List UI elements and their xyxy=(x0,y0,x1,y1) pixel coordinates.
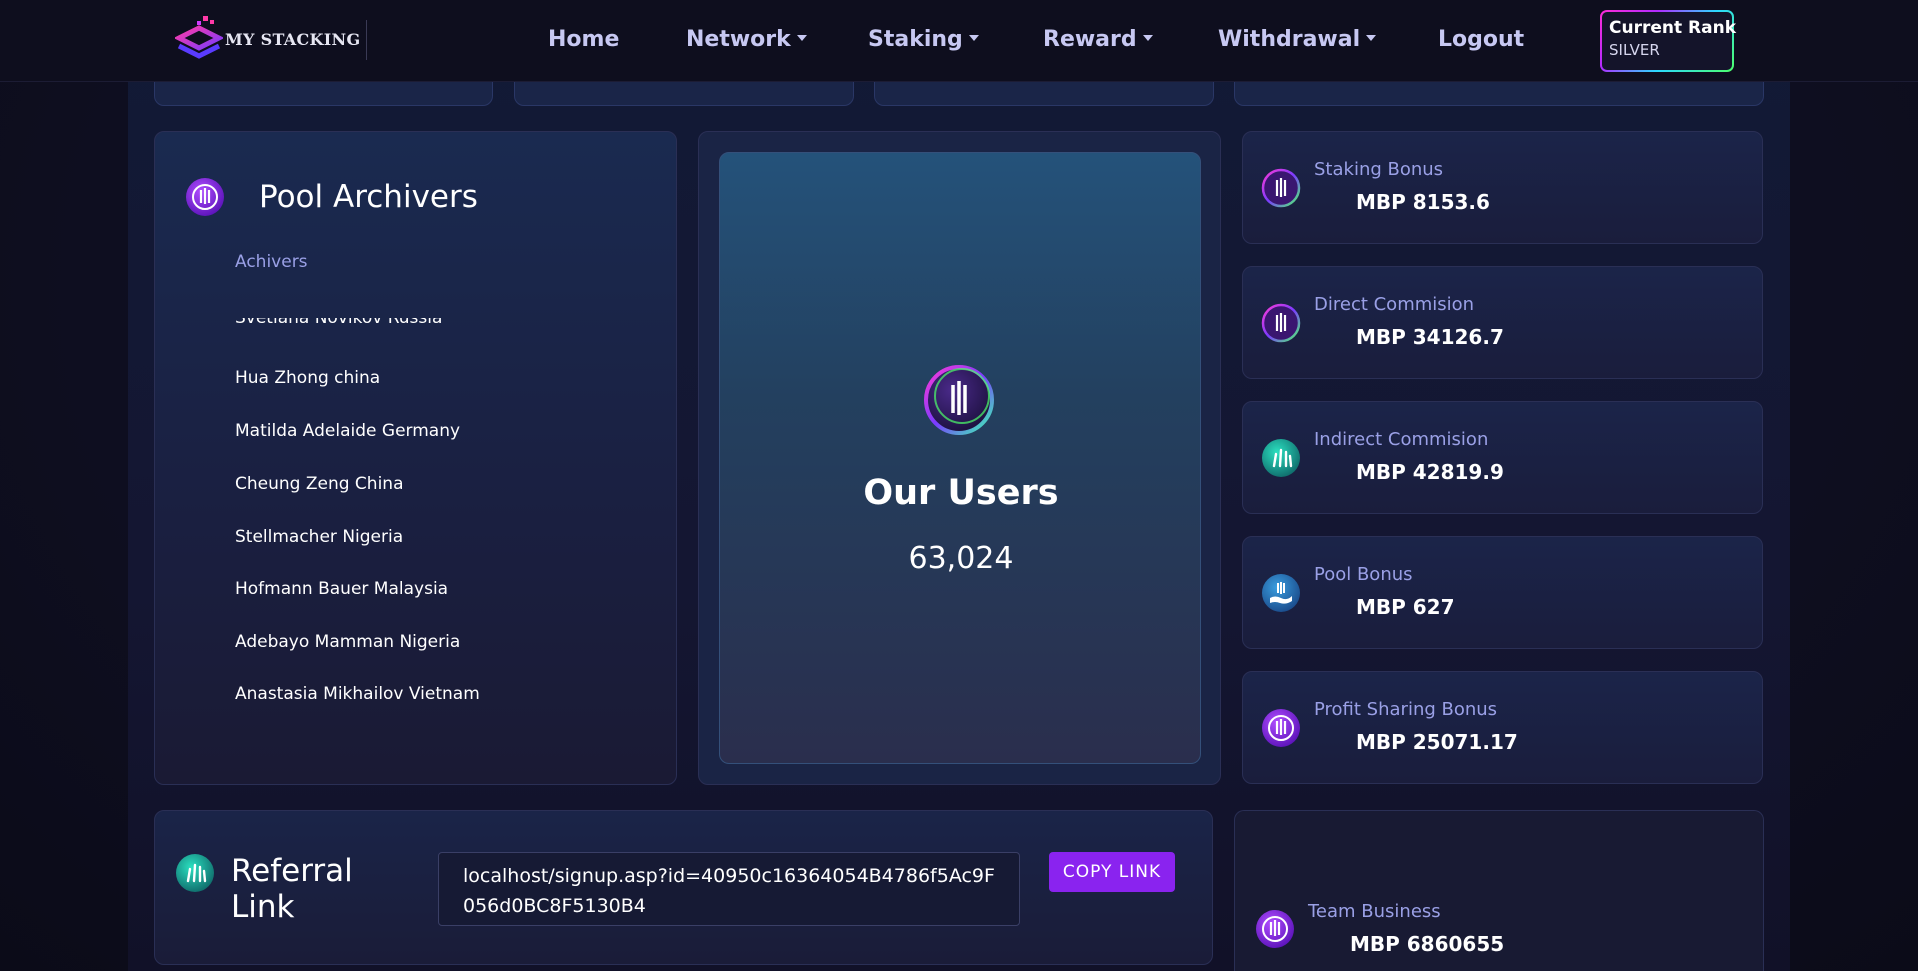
stack-logo-icon xyxy=(175,16,223,59)
top-navbar: MY STACKING Home Network Staking Reward … xyxy=(0,0,1918,82)
our-users-count: 63,024 xyxy=(908,541,1014,576)
stat-label: Staking Bonus xyxy=(1314,159,1444,180)
nav-withdrawal-label: Withdrawal xyxy=(1218,27,1361,52)
list-item: Anastasia Mikhailov Vietnam xyxy=(235,684,480,704)
direct-commision-card: Direct Commision MBP 34126.7 xyxy=(1242,266,1763,379)
nav-network-label: Network xyxy=(686,27,791,52)
nav-reward-label: Reward xyxy=(1043,27,1137,52)
nav-staking-label: Staking xyxy=(868,27,963,52)
achievers-subtitle: Achivers xyxy=(235,252,308,272)
nav-withdrawal-dropdown[interactable]: Withdrawal xyxy=(1218,27,1377,52)
stat-label: Profit Sharing Bonus xyxy=(1314,699,1498,720)
stat-value: MBP 42819.9 xyxy=(1356,460,1504,484)
lines-icon xyxy=(1262,439,1300,477)
nav-home[interactable]: Home xyxy=(548,27,619,52)
our-users-panel: Our Users 63,024 xyxy=(698,131,1221,785)
nav-staking-dropdown[interactable]: Staking xyxy=(868,27,979,52)
trident-icon xyxy=(1256,910,1294,948)
nav-logout-label: Logout xyxy=(1438,27,1525,52)
rank-value: SILVER xyxy=(1609,41,1660,59)
hand-coin-icon xyxy=(1262,574,1300,612)
current-rank-badge: Current Rank SILVER xyxy=(1600,10,1736,72)
team-business-label: Team Business xyxy=(1308,901,1441,922)
list-item: Svetlana Novikov Russia xyxy=(235,318,443,328)
stat-value: MBP 34126.7 xyxy=(1356,325,1504,349)
brand-logo[interactable]: MY STACKING xyxy=(175,14,368,66)
staking-bonus-card: Staking Bonus MBP 8153.6 xyxy=(1242,131,1763,244)
trident-icon xyxy=(186,178,224,216)
referral-link-panel: Referral Link localhost/signup.asp?id=40… xyxy=(154,810,1213,965)
list-item: Hua Zhong china xyxy=(235,368,381,388)
referral-link-field[interactable]: localhost/signup.asp?id=40950c16364054B4… xyxy=(438,852,1020,926)
caret-down-icon xyxy=(1142,35,1153,41)
list-item: Cheung Zeng China xyxy=(235,474,404,494)
trident-icon xyxy=(1261,168,1301,208)
indirect-commision-card: Indirect Commision MBP 42819.9 xyxy=(1242,401,1763,514)
profit-sharing-bonus-card: Profit Sharing Bonus MBP 25071.17 xyxy=(1242,671,1763,784)
list-item: Hofmann Bauer Malaysia xyxy=(235,579,449,599)
caret-down-icon xyxy=(1366,35,1377,41)
caret-down-icon xyxy=(796,35,807,41)
stat-value: MBP 627 xyxy=(1356,595,1455,619)
copy-link-button[interactable]: COPY LINK xyxy=(1049,852,1175,892)
list-item: Adebayo Mamman Nigeria xyxy=(235,632,461,652)
pool-archivers-title: Pool Archivers xyxy=(259,179,478,215)
nav-network-dropdown[interactable]: Network xyxy=(686,27,807,52)
achievers-list-clip: Svetlana Novikov Russia xyxy=(155,318,676,338)
page: MY STACKING Home Network Staking Reward … xyxy=(0,0,1918,971)
team-business-card: Team Business MBP 6860655 xyxy=(1234,810,1764,971)
stat-value: MBP 8153.6 xyxy=(1356,190,1490,214)
caret-down-icon xyxy=(968,35,979,41)
our-users-title: Our Users xyxy=(863,473,1059,513)
stat-value: MBP 25071.17 xyxy=(1356,730,1518,754)
stat-label: Direct Commision xyxy=(1314,294,1475,315)
team-business-value: MBP 6860655 xyxy=(1350,932,1505,956)
nav-reward-dropdown[interactable]: Reward xyxy=(1043,27,1153,52)
lines-icon xyxy=(176,854,214,892)
pool-archivers-panel: Pool Archivers Achivers Svetlana Novikov… xyxy=(154,131,677,785)
nav-home-label: Home xyxy=(548,27,620,52)
trident-icon xyxy=(1261,303,1301,343)
our-users-card: Our Users 63,024 xyxy=(719,152,1201,764)
nav-logout[interactable]: Logout xyxy=(1438,27,1524,52)
list-item: Matilda Adelaide Germany xyxy=(235,421,461,441)
brand-name: MY STACKING xyxy=(225,20,368,60)
rank-title: Current Rank xyxy=(1609,18,1736,38)
stat-label: Pool Bonus xyxy=(1314,564,1413,585)
users-logo-icon xyxy=(924,365,994,435)
trident-icon xyxy=(1262,709,1300,747)
stat-label: Indirect Commision xyxy=(1314,429,1489,450)
list-item: Stellmacher Nigeria xyxy=(235,527,404,547)
pool-bonus-card: Pool Bonus MBP 627 xyxy=(1242,536,1763,649)
referral-link-title: Referral Link xyxy=(231,853,353,925)
